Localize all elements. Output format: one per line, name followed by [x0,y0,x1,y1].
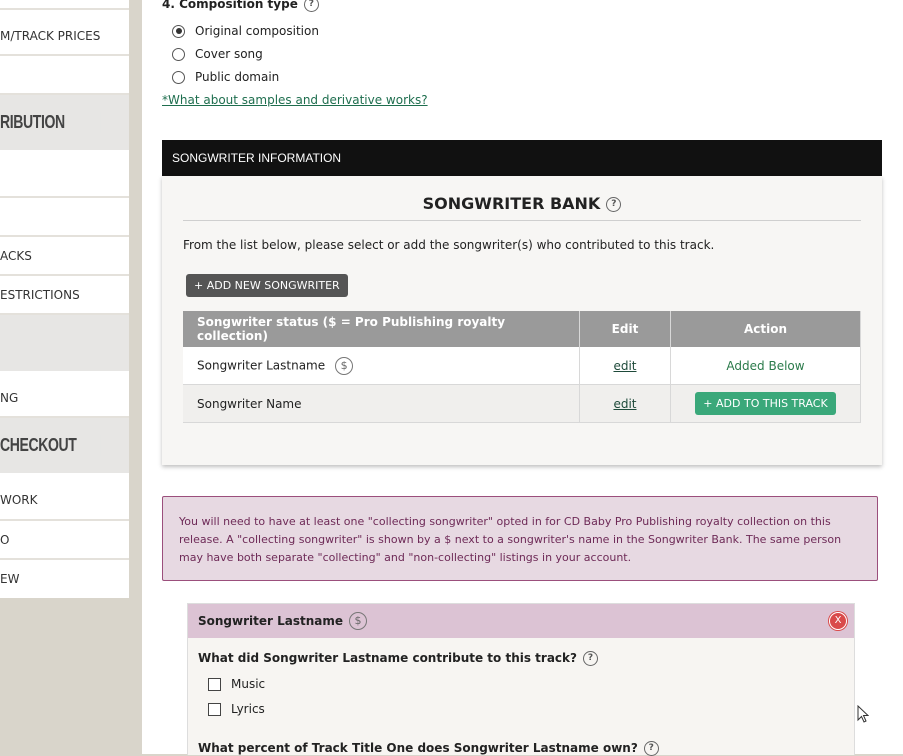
sidebar-item-o[interactable]: O [0,521,129,560]
sidebar-item-label: O [0,532,10,547]
sidebar-item-label: NG [0,390,19,405]
help-icon[interactable]: ? [582,651,598,666]
sidebar-section-distribution: RIBUTION [0,95,129,150]
songwriter-bank-panel: SONGWRITER BANK? From the list below, pl… [162,176,882,465]
table-header-row: Songwriter status ($ = Pro Publishing ro… [183,311,861,347]
add-to-this-track-button[interactable]: + ADD TO THIS TRACK [695,392,836,415]
action-cell: Added Below [670,347,861,385]
help-icon[interactable]: ? [606,197,622,212]
sidebar-item-tracks[interactable]: ACKS [0,237,129,276]
edit-link[interactable]: edit [613,359,636,373]
songwriter-name-cell: Songwriter Name [183,384,580,423]
sidebar: M/TRACK PRICES RIBUTION ACKS ESTRICTIONS… [0,0,129,598]
sidebar-item-label: M/TRACK PRICES [0,28,101,43]
table-row: Songwriter Lastname $ edit Added Below [183,347,861,385]
column-header-action: Action [670,311,861,347]
sidebar-item-label: WORK [0,493,38,507]
column-header-edit: Edit [579,311,671,347]
column-header-status: Songwriter status ($ = Pro Publishing ro… [183,311,580,347]
added-below-status: Added Below [726,358,805,373]
sidebar-item-blank-2[interactable] [0,158,129,198]
sidebar-item-label: EW [0,572,20,586]
songwriter-detail-card: Songwriter Lastname $ X What did Songwri… [187,603,855,756]
radio-icon[interactable] [172,47,185,61]
table-row: Songwriter Name edit + ADD TO THIS TRACK [183,384,861,423]
mouse-cursor-icon [857,705,869,723]
add-new-songwriter-button[interactable]: + ADD NEW SONGWRITER [186,274,348,297]
composition-type-label: 4. Composition type? [162,0,319,12]
songwriter-section-header: SONGWRITER INFORMATION [162,140,882,176]
dollar-icon: $ [349,612,368,630]
sidebar-section-label: RIBUTION [0,112,101,133]
action-cell: + ADD TO THIS TRACK [670,384,861,423]
checkbox-music[interactable]: Music [208,677,265,691]
radio-icon[interactable] [172,70,185,84]
sidebar-item-label: ACKS [0,248,32,263]
help-icon[interactable]: ? [303,0,319,12]
sidebar-item-label: ESTRICTIONS [0,287,80,302]
sidebar-section-blank [0,315,129,371]
checkbox-lyrics[interactable]: Lyrics [208,702,265,716]
checkbox-icon[interactable] [208,702,221,716]
radio-public-domain[interactable]: Public domain [172,70,279,84]
songwriter-card-name: Songwriter Lastname [198,614,344,628]
dollar-icon: $ [335,356,354,375]
edit-link[interactable]: edit [613,397,636,411]
collecting-songwriter-notice: You will need to have at least one "coll… [162,496,878,581]
songwriter-bank-description: From the list below, please select or ad… [183,238,715,252]
sidebar-item-blank-1[interactable] [0,56,129,95]
sidebar-item-work[interactable]: WORK [0,481,129,521]
sidebar-item-blank-3[interactable] [0,198,129,237]
edit-cell: edit [579,384,671,423]
sidebar-item-ng[interactable]: NG [0,379,129,418]
songwriter-bank-title: SONGWRITER BANK? [162,194,882,213]
sidebar-item-restrictions[interactable]: ESTRICTIONS [0,276,129,315]
checkbox-icon[interactable] [208,677,221,691]
samples-link[interactable]: *What about samples and derivative works… [162,93,428,107]
sidebar-section-label: CHECKOUT [0,435,101,456]
close-icon[interactable]: X [829,612,847,630]
radio-original-composition[interactable]: Original composition [172,24,319,38]
divider [183,220,861,221]
songwriter-card-header: Songwriter Lastname $ X [188,604,854,638]
main-content: 4. Composition type? Original compositio… [142,0,903,756]
songwriter-table: Songwriter status ($ = Pro Publishing ro… [183,311,861,423]
radio-cover-song[interactable]: Cover song [172,47,263,61]
sidebar-item-track-prices[interactable]: M/TRACK PRICES [0,17,129,56]
radio-selected-icon[interactable] [172,24,185,38]
songwriter-name-cell: Songwriter Lastname $ [183,347,580,385]
contribute-question: What did Songwriter Lastname contribute … [198,651,598,666]
edit-cell: edit [579,347,671,385]
sidebar-item-ew[interactable]: EW [0,560,129,598]
sidebar-section-checkout: CHECKOUT [0,418,129,473]
sidebar-item-top-partial[interactable] [0,0,129,10]
